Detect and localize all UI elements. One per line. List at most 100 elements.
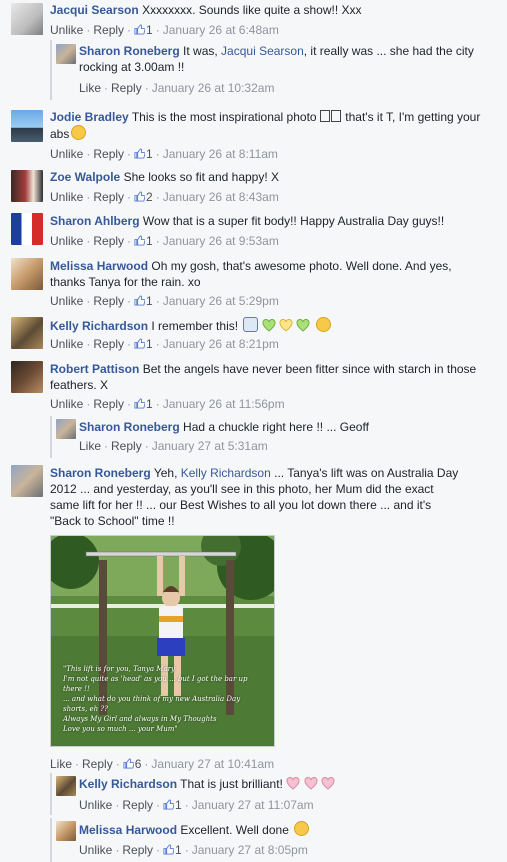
thumbs-up-icon bbox=[134, 191, 146, 202]
mention-link[interactable]: Kelly Richardson bbox=[181, 466, 271, 480]
reply-link[interactable]: Reply bbox=[93, 23, 124, 37]
comment: Zoe Walpole She looks so fit and happy! … bbox=[0, 166, 507, 206]
comment: Kelly Richardson I remember this! Unlike… bbox=[0, 314, 507, 354]
timestamp[interactable]: January 26 at 10:32am bbox=[152, 81, 275, 95]
like-count[interactable]: 2 bbox=[134, 190, 153, 204]
timestamp[interactable]: January 27 at 8:05pm bbox=[192, 843, 308, 857]
reply-link[interactable]: Reply bbox=[111, 439, 142, 453]
comment-author[interactable]: Jodie Bradley bbox=[50, 110, 129, 124]
reply-link[interactable]: Reply bbox=[122, 798, 153, 812]
comment-author[interactable]: Jacqui Searson bbox=[50, 3, 139, 17]
avatar[interactable] bbox=[56, 419, 76, 439]
avatar[interactable] bbox=[11, 110, 43, 142]
like-count[interactable]: 1 bbox=[134, 294, 153, 308]
comment-actions: Unlike · Reply · 1 · January 27 at 8:05pm bbox=[79, 843, 308, 857]
like-link[interactable]: Like bbox=[79, 81, 101, 95]
comment: Melissa Harwood Oh my gosh, that's aweso… bbox=[0, 255, 507, 311]
avatar[interactable] bbox=[11, 258, 43, 290]
reply-link[interactable]: Reply bbox=[93, 397, 124, 411]
avatar[interactable] bbox=[56, 776, 76, 796]
reply-link[interactable]: Reply bbox=[93, 190, 124, 204]
timestamp[interactable]: January 26 at 11:56pm bbox=[163, 397, 285, 411]
avatar[interactable] bbox=[11, 3, 43, 35]
like-link[interactable]: Like bbox=[79, 439, 101, 453]
like-count[interactable]: 1 bbox=[134, 397, 153, 411]
thumbs-up-icon bbox=[163, 799, 175, 810]
like-count[interactable]: 6 bbox=[123, 757, 141, 771]
unlike-link[interactable]: Unlike bbox=[50, 294, 83, 308]
like-count[interactable]: 1 bbox=[134, 23, 153, 37]
avatar[interactable] bbox=[11, 361, 43, 393]
avatar[interactable] bbox=[56, 44, 76, 64]
comment-author[interactable]: Sharon Roneberg bbox=[50, 466, 151, 480]
unlike-link[interactable]: Unlike bbox=[50, 397, 83, 411]
unlike-link[interactable]: Unlike bbox=[50, 23, 83, 37]
timestamp[interactable]: January 27 at 11:07am bbox=[192, 798, 314, 812]
like-count[interactable]: 1 bbox=[163, 798, 182, 812]
reply-comment: Sharon Roneberg Had a chuckle right here… bbox=[50, 416, 507, 458]
timestamp[interactable]: January 26 at 8:43am bbox=[163, 190, 279, 204]
unlike-link[interactable]: Unlike bbox=[50, 147, 83, 161]
avatar[interactable] bbox=[56, 821, 76, 841]
avatar[interactable] bbox=[11, 317, 43, 349]
comment-author[interactable]: Kelly Richardson bbox=[50, 319, 148, 333]
comment-author[interactable]: Melissa Harwood bbox=[50, 259, 148, 273]
grinning-emoji-icon bbox=[71, 125, 87, 140]
comment-author[interactable]: Robert Pattison bbox=[50, 362, 139, 376]
like-count[interactable]: 1 bbox=[134, 234, 153, 248]
unlike-link[interactable]: Unlike bbox=[50, 234, 83, 248]
unlike-link[interactable]: Unlike bbox=[79, 843, 112, 857]
unlike-link[interactable]: Unlike bbox=[50, 190, 83, 204]
thumbs-up-icon bbox=[134, 235, 146, 246]
avatar[interactable] bbox=[11, 465, 43, 497]
green-heart-icon bbox=[262, 319, 276, 332]
timestamp[interactable]: January 26 at 6:48am bbox=[163, 23, 279, 37]
comment-thread: Jacqui Searson Xxxxxxxx. Sounds like qui… bbox=[0, 0, 507, 862]
unlike-link[interactable]: Unlike bbox=[79, 798, 112, 812]
like-link[interactable]: Like bbox=[50, 757, 72, 771]
timestamp[interactable]: January 27 at 10:41am bbox=[151, 757, 274, 771]
reply-link[interactable]: Reply bbox=[93, 147, 124, 161]
reply-link[interactable]: Reply bbox=[93, 234, 124, 248]
photo-caption: "This lift is for you, Tanya Mary I'm no… bbox=[63, 665, 248, 733]
timestamp[interactable]: January 26 at 5:29pm bbox=[163, 294, 279, 308]
like-count-value: 1 bbox=[175, 843, 182, 857]
unlike-link[interactable]: Unlike bbox=[50, 337, 83, 351]
pink-heart-icon bbox=[321, 777, 335, 790]
timestamp[interactable]: January 27 at 5:31am bbox=[152, 439, 268, 453]
like-count[interactable]: 1 bbox=[134, 147, 153, 161]
avatar[interactable] bbox=[11, 213, 43, 245]
comment-actions: Like · Reply · 6 · January 27 at 10:41am bbox=[50, 757, 275, 771]
timestamp[interactable]: January 26 at 9:53am bbox=[163, 234, 279, 248]
mention-link[interactable]: Jacqui Searson bbox=[221, 44, 304, 58]
comment-author[interactable]: Sharon Ahlberg bbox=[50, 214, 140, 228]
comment: Jodie Bradley This is the most inspirati… bbox=[0, 106, 507, 162]
comment-text: She looks so fit and happy! X bbox=[123, 170, 280, 184]
comment-text: Wow that is a super fit body!! Happy Aus… bbox=[142, 214, 445, 228]
avatar[interactable] bbox=[11, 170, 43, 202]
like-count-value: 1 bbox=[146, 234, 153, 248]
like-count[interactable]: 1 bbox=[134, 337, 153, 351]
comment-author[interactable]: Melissa Harwood bbox=[79, 823, 177, 837]
reply-link[interactable]: Reply bbox=[82, 757, 113, 771]
attached-photo[interactable]: "This lift is for you, Tanya Mary I'm no… bbox=[50, 535, 275, 747]
comment-author[interactable]: Sharon Roneberg bbox=[79, 420, 180, 434]
timestamp[interactable]: January 26 at 8:11am bbox=[163, 147, 278, 161]
comment-actions: Unlike · Reply · 1 · January 26 at 6:48am bbox=[50, 23, 279, 37]
thumbs-up-icon bbox=[134, 24, 146, 35]
like-count-value: 2 bbox=[146, 190, 153, 204]
thumbs-up-icon bbox=[163, 844, 175, 855]
comment-author[interactable]: Sharon Roneberg bbox=[79, 44, 180, 58]
like-count-value: 1 bbox=[146, 23, 153, 37]
reply-link[interactable]: Reply bbox=[93, 337, 124, 351]
comment-author[interactable]: Kelly Richardson bbox=[79, 777, 177, 791]
reply-link[interactable]: Reply bbox=[111, 81, 142, 95]
like-count[interactable]: 1 bbox=[163, 843, 182, 857]
timestamp[interactable]: January 26 at 8:21pm bbox=[163, 337, 279, 351]
comment-author[interactable]: Zoe Walpole bbox=[50, 170, 120, 184]
comment: Robert Pattison Bet the angels have neve… bbox=[0, 358, 507, 414]
comment-actions: Unlike · Reply · 1 · January 26 at 8:21pm bbox=[50, 337, 279, 351]
grinning-emoji-icon bbox=[315, 317, 331, 332]
reply-link[interactable]: Reply bbox=[93, 294, 124, 308]
reply-link[interactable]: Reply bbox=[122, 843, 153, 857]
